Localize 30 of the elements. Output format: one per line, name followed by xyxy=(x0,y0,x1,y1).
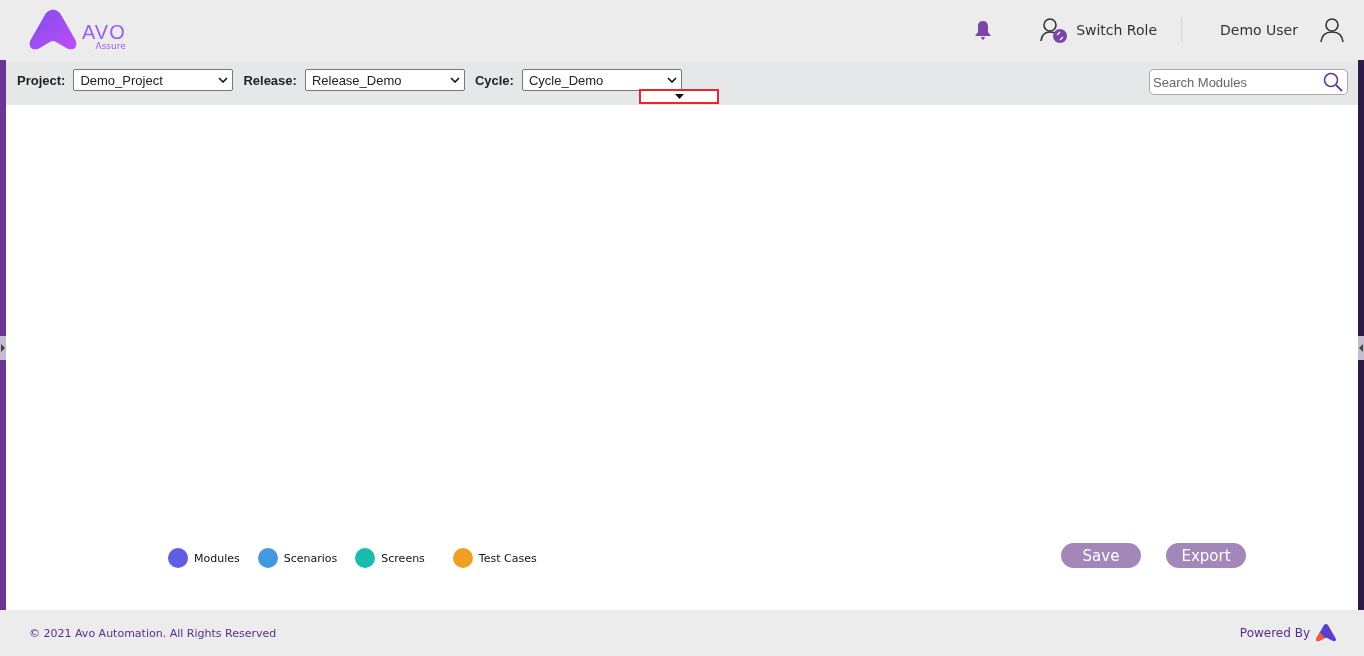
dropdown-field[interactable]: Cycle_Demo xyxy=(521,69,682,91)
select-label: Project: xyxy=(17,72,66,88)
select-label: Cycle: xyxy=(474,72,514,88)
chevron-down-icon xyxy=(449,77,460,83)
logo-icon xyxy=(1316,624,1336,642)
dropdown-field[interactable]: Demo_Project xyxy=(73,69,234,91)
select-label: Release: xyxy=(243,72,297,88)
legend-label: Scenarios xyxy=(283,551,338,565)
legend-label: Screens xyxy=(381,551,425,565)
switch-role-icon[interactable] xyxy=(1040,17,1069,43)
switch-role-link[interactable]: Switch Role xyxy=(1076,22,1158,38)
collapse-toggle[interactable] xyxy=(639,89,719,104)
dropdown-field[interactable]: Release_Demo xyxy=(304,69,465,91)
logo-subtitle: Assure xyxy=(95,42,126,51)
chevron-down-icon xyxy=(218,77,229,83)
powered-by-text: Powered By xyxy=(1239,626,1310,640)
caret-icon xyxy=(674,94,684,99)
copyright-text: © 2021 Avo Automation. All Rights Reserved xyxy=(29,626,277,640)
right-panel-handle[interactable] xyxy=(1358,336,1364,360)
bell-icon[interactable] xyxy=(974,20,993,40)
search-icon[interactable] xyxy=(1323,72,1343,92)
user-name[interactable]: Demo User xyxy=(1220,22,1298,38)
search-field[interactable]: Search Modules xyxy=(1149,69,1348,95)
legend-label: Modules xyxy=(194,551,240,565)
logo-title: AVO xyxy=(82,22,126,42)
logo-icon xyxy=(28,9,78,51)
chevron-down-icon xyxy=(666,77,677,83)
left-panel-handle[interactable] xyxy=(0,336,6,360)
legend-label: Test Cases xyxy=(478,551,537,565)
user-icon[interactable] xyxy=(1320,18,1344,42)
